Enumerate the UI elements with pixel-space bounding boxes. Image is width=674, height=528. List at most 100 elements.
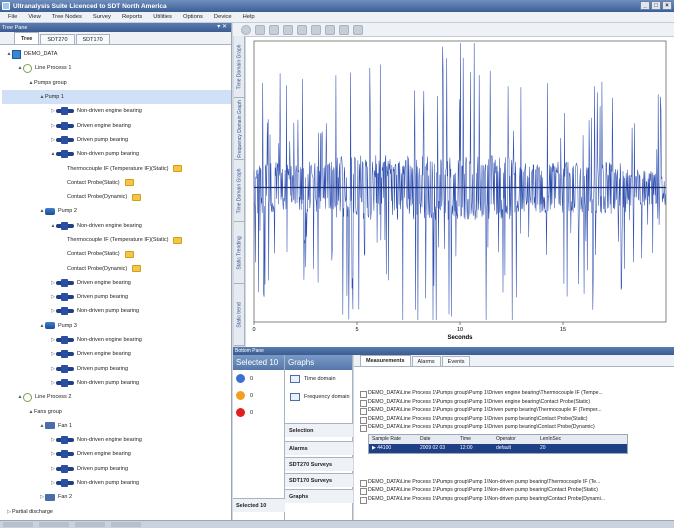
- stop-icon[interactable]: [255, 24, 265, 35]
- tab-measurements[interactable]: Measurements: [360, 355, 411, 366]
- nav-selection[interactable]: Selection: [285, 423, 353, 437]
- measurement-row[interactable]: DEMO_DATA\Line Process 1\Pumps group\Pum…: [354, 415, 674, 423]
- tree-node[interactable]: Thermocouple IF (Temperature IF)(Static): [2, 233, 231, 247]
- tab-alarms[interactable]: Alarms: [411, 356, 441, 366]
- tree-node[interactable]: ▲ Line Process 1: [2, 61, 231, 75]
- tree-node[interactable]: ▲ Pump 1: [2, 89, 231, 105]
- menu-options[interactable]: Options: [183, 14, 203, 20]
- save-icon[interactable]: [339, 24, 349, 35]
- marker-icon[interactable]: [269, 24, 279, 35]
- maximize-button[interactable]: □: [651, 1, 661, 10]
- close-button[interactable]: ×: [662, 1, 672, 10]
- record-icon[interactable]: [241, 24, 251, 35]
- menu-view[interactable]: View: [28, 14, 40, 20]
- tree-node[interactable]: ▲ Fan 1: [2, 419, 231, 433]
- tree-node[interactable]: ▷ Driven pump bearing: [2, 290, 231, 304]
- measurement-row[interactable]: DEMO_DATA\Line Process 1\Pumps group\Pum…: [354, 406, 674, 415]
- nav-sdt170-surveys[interactable]: SDT170 Surveys: [285, 473, 353, 487]
- tree-node[interactable]: ▲ Non-driven pump bearing: [2, 147, 231, 161]
- graph-item-frequency-domain[interactable]: Frequency domain: [285, 388, 352, 406]
- export-icon[interactable]: [325, 24, 335, 35]
- menu-help[interactable]: Help: [243, 14, 255, 20]
- tree-node[interactable]: Contact Probe(Dynamic): [2, 190, 231, 204]
- grid-icon[interactable]: [311, 24, 321, 35]
- tree-node[interactable]: ▷ Non-driven pump bearing: [2, 376, 231, 390]
- tab-sdt270[interactable]: SDT270: [40, 34, 75, 44]
- menu-file[interactable]: File: [8, 14, 17, 20]
- tree-node[interactable]: ▷ Non-driven pump bearing: [2, 304, 231, 318]
- tab-sdt170[interactable]: SDT170: [75, 34, 110, 44]
- tree-node[interactable]: ▷ Non-driven engine bearing: [2, 104, 231, 118]
- pane-pin-close-icon[interactable]: ▾ ✕: [217, 23, 227, 30]
- vtab-label: Time Domain Graph: [236, 168, 243, 213]
- menu-utilities[interactable]: Utilities: [153, 14, 172, 20]
- tree-node[interactable]: ▲ Pump 2: [2, 204, 231, 218]
- menu-survey[interactable]: Survey: [93, 14, 111, 20]
- selected-color-item[interactable]: 0: [233, 387, 284, 404]
- table-cell[interactable]: ▶ 44100: [369, 445, 417, 451]
- table-cell[interactable]: 20: [537, 445, 577, 451]
- tree-node[interactable]: Contact Probe(Static): [2, 247, 231, 261]
- measurement-row[interactable]: DEMO_DATA\Line Process 1\Pumps group\Pum…: [354, 495, 674, 503]
- menu-device[interactable]: Device: [214, 14, 232, 20]
- selected-color-item[interactable]: 0: [233, 404, 284, 421]
- vtab-graph[interactable]: Time Domain Graph: [234, 160, 245, 222]
- tree-node[interactable]: ▷ Driven engine bearing: [2, 118, 231, 132]
- vtab-graph[interactable]: Static trend: [234, 284, 245, 346]
- column-header[interactable]: Date: [417, 436, 457, 442]
- bearing-icon: [56, 221, 74, 230]
- menu-tree-nodes[interactable]: Tree Nodes: [52, 14, 82, 20]
- tree-node[interactable]: ▲ Pumps group: [2, 76, 231, 90]
- measurement-row[interactable]: DEMO_DATA\Line Process 1\Pumps group\Pum…: [354, 486, 674, 495]
- title-bar: Ultranalysis Suite Licenced to SDT North…: [0, 0, 674, 12]
- column-header[interactable]: Operator: [493, 436, 537, 442]
- table-cell[interactable]: 2009 02 03: [417, 445, 457, 451]
- measurement-row[interactable]: DEMO_DATA\Line Process 1\Pumps group\Pum…: [354, 478, 674, 486]
- nav-graphs[interactable]: Graphs: [285, 489, 353, 503]
- tree-node[interactable]: ▲ Line Process 2: [2, 390, 231, 404]
- measurement-row[interactable]: DEMO_DATA\Line Process 1\Pumps group\Pum…: [354, 398, 674, 406]
- tree-node[interactable]: Thermocouple IF (Temperature IF)(Static): [2, 161, 231, 175]
- measurement-row[interactable]: DEMO_DATA\Line Process 1\Pumps group\Pum…: [354, 389, 674, 398]
- tree-node[interactable]: ▷ Partial discharge: [2, 505, 231, 519]
- tree-node[interactable]: ▷ Non-driven engine bearing: [2, 333, 231, 347]
- tools-icon[interactable]: [353, 24, 363, 35]
- tree-node[interactable]: ▷ Fan 2: [2, 490, 231, 504]
- selected-color-item[interactable]: 0: [233, 370, 284, 387]
- nav-sdt270-surveys[interactable]: SDT270 Surveys: [285, 457, 353, 471]
- tab-tree[interactable]: Tree: [14, 32, 40, 44]
- tree-node[interactable]: ▷ Driven engine bearing: [2, 347, 231, 361]
- column-header[interactable]: Time: [457, 436, 493, 442]
- vtab-graph[interactable]: Frequency Domain Graph: [234, 98, 245, 160]
- menu-reports[interactable]: Reports: [122, 14, 142, 20]
- tree-node[interactable]: ▲ Non-driven engine bearing: [2, 219, 231, 233]
- tree-node[interactable]: ▷ Non-driven engine bearing: [2, 433, 231, 447]
- tree-node[interactable]: ▲ Fans group: [2, 404, 231, 418]
- tree-node[interactable]: ▷ Driven pump bearing: [2, 133, 231, 147]
- tree-node[interactable]: ▷ Driven pump bearing: [2, 462, 231, 476]
- tree-node[interactable]: ▷ Driven engine bearing: [2, 447, 231, 461]
- tree-node-label: Pump 1: [45, 94, 64, 101]
- nav-alarms[interactable]: Alarms: [285, 441, 353, 455]
- column-header[interactable]: LenInSec: [537, 436, 577, 442]
- tree-node[interactable]: Contact Probe(Dynamic): [2, 261, 231, 275]
- tree-node[interactable]: ▲ DEMO_DATA: [2, 47, 231, 61]
- vtab-graph[interactable]: Time Domain Graph: [234, 36, 245, 98]
- color-dot-icon: [236, 374, 245, 383]
- tree-node[interactable]: ▷ Driven engine bearing: [2, 276, 231, 290]
- table-cell[interactable]: 12:00: [457, 445, 493, 451]
- zoom-icon[interactable]: [283, 24, 293, 35]
- tree-node[interactable]: ▲ Pump 3: [2, 319, 231, 333]
- measurement-row[interactable]: DEMO_DATA\Line Process 1\Pumps group\Pum…: [354, 423, 674, 432]
- tree-node[interactable]: ▷ Driven pump bearing: [2, 362, 231, 376]
- tree-node[interactable]: Contact Probe(Static): [2, 176, 231, 190]
- fit-icon[interactable]: [297, 24, 307, 35]
- minimize-button[interactable]: _: [640, 1, 650, 10]
- tree-node[interactable]: ▷ Non-driven pump bearing: [2, 476, 231, 490]
- graph-item-time-domain[interactable]: Time domain: [285, 370, 352, 388]
- vtab-graph[interactable]: Static Trending: [234, 222, 245, 284]
- tab-events[interactable]: Events: [441, 356, 471, 366]
- table-cell[interactable]: default: [493, 445, 537, 451]
- x-axis-label: Seconds: [447, 335, 473, 341]
- column-header[interactable]: Sample Rate: [369, 436, 417, 442]
